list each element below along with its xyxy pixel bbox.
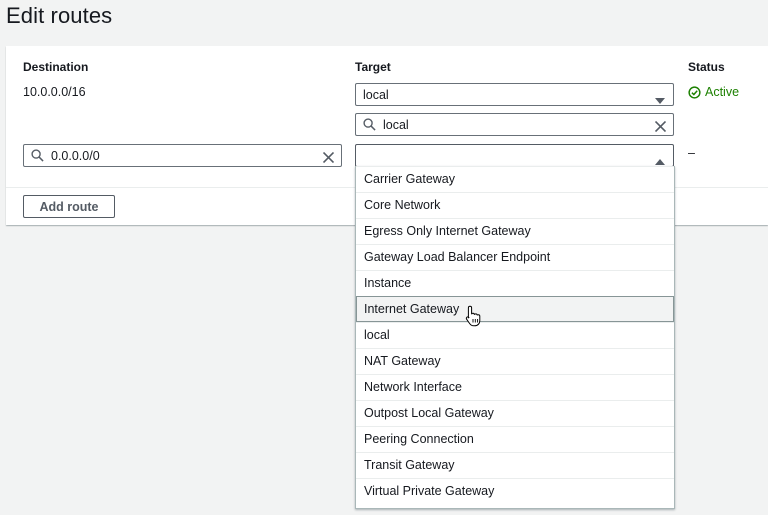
hand-pointer-icon — [465, 305, 481, 332]
dropdown-option[interactable]: Egress Only Internet Gateway — [356, 218, 674, 244]
destination-input[interactable]: 0.0.0.0/0 — [23, 144, 342, 167]
dropdown-option[interactable]: NAT Gateway — [356, 348, 674, 374]
target-select-value: local — [363, 88, 389, 102]
dropdown-option[interactable]: Transit Gateway — [356, 452, 674, 478]
dropdown-option-hovered[interactable]: Internet Gateway — [356, 296, 674, 322]
page-title: Edit routes — [6, 3, 113, 28]
close-icon[interactable] — [654, 119, 667, 137]
dropdown-option[interactable]: Instance — [356, 270, 674, 296]
target-select[interactable]: local — [355, 83, 674, 106]
status-badge: Active — [688, 85, 739, 99]
dropdown-option[interactable]: Network Interface — [356, 374, 674, 400]
dropdown-option[interactable]: Core Network — [356, 192, 674, 218]
search-icon — [363, 118, 376, 136]
status-success-icon — [688, 85, 701, 99]
target-select-open[interactable] — [355, 144, 674, 167]
dropdown-option[interactable]: Outpost Local Gateway — [356, 400, 674, 426]
route-destination-text: 10.0.0.0/16 — [23, 85, 86, 99]
dropdown-option[interactable]: Peering Connection — [356, 426, 674, 452]
close-icon[interactable] — [322, 150, 335, 168]
status-text: Active — [705, 85, 740, 99]
search-icon — [31, 149, 44, 167]
dropdown-option[interactable]: local — [356, 322, 674, 348]
column-header-target: Target — [355, 60, 391, 74]
status-empty-text: – — [688, 146, 695, 160]
add-route-button[interactable]: Add route — [23, 195, 115, 218]
destination-input-value: 0.0.0.0/0 — [51, 149, 100, 163]
dropdown-option[interactable]: Carrier Gateway — [356, 166, 674, 192]
caret-down-icon — [655, 92, 665, 110]
column-header-destination: Destination — [23, 60, 89, 74]
target-filter-input[interactable]: local — [355, 113, 674, 136]
column-header-status: Status — [688, 60, 725, 74]
dropdown-option[interactable]: Virtual Private Gateway — [356, 478, 674, 504]
target-filter-value: local — [383, 118, 409, 132]
dropdown-option[interactable]: Gateway Load Balancer Endpoint — [356, 244, 674, 270]
target-dropdown-list: Carrier Gateway Core Network Egress Only… — [355, 166, 675, 509]
